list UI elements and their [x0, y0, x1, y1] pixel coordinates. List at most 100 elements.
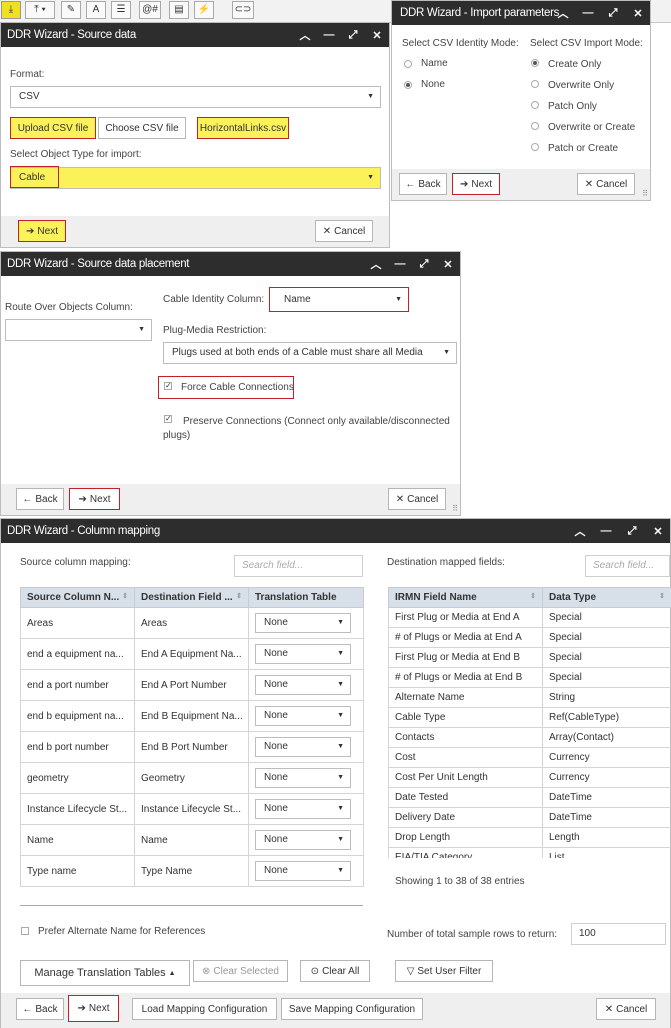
destination-table-wrap[interactable]: IRMN Field Name ⇕ Data Type ⇕ First Plug or…: [388, 587, 671, 858]
back-button[interactable]: ← Back: [399, 173, 447, 195]
translation-table-select[interactable]: None ▼: [255, 830, 351, 850]
import-mode-radio-1[interactable]: [531, 80, 539, 88]
at-hash-icon[interactable]: @#: [139, 1, 161, 19]
import-mode-radio-0[interactable]: [531, 59, 539, 67]
format-select[interactable]: CSV ▼: [10, 86, 381, 108]
next-button[interactable]: ➔ Next: [68, 995, 119, 1022]
import-params-titlebar[interactable]: DDR Wizard - Import parameters ︿ — ⤢ ✕: [392, 1, 650, 25]
table-row[interactable]: Drop Length Length: [388, 827, 671, 848]
sort-icon[interactable]: ⇕: [530, 592, 536, 600]
close-icon[interactable]: ✕: [442, 258, 454, 271]
manage-translation-tables-button[interactable]: Manage Translation Tables ▲: [20, 960, 190, 986]
plug-media-select[interactable]: Plugs used at both ends of a Cable must …: [163, 342, 457, 364]
minimize-icon[interactable]: —: [600, 525, 612, 537]
table-row[interactable]: Name Name None ▼: [20, 824, 364, 856]
resize-handle-icon[interactable]: ⠿: [642, 189, 648, 198]
table-row[interactable]: Date Tested DateTime: [388, 787, 671, 808]
next-button[interactable]: ➔ Next: [452, 173, 500, 195]
translation-table-select[interactable]: None ▼: [255, 861, 351, 881]
table-row[interactable]: First Plug or Media at End B Special: [388, 647, 671, 668]
export-icon[interactable]: ⤒ ▾: [25, 1, 55, 19]
next-button[interactable]: ➔ Next: [18, 220, 66, 242]
table-row[interactable]: Contacts Array(Contact): [388, 727, 671, 748]
table-row[interactable]: Type name Type Name None ▼: [20, 855, 364, 887]
sample-rows-input[interactable]: 100: [571, 923, 666, 945]
translation-table-select[interactable]: None ▼: [255, 706, 351, 726]
source-table-header[interactable]: Destination Field ... ⇕: [134, 587, 249, 608]
list-icon[interactable]: ☰: [111, 1, 131, 19]
form-icon[interactable]: ▤: [169, 1, 189, 19]
close-icon[interactable]: ✕: [652, 525, 664, 538]
collapse-icon[interactable]: ︿: [574, 523, 586, 539]
table-row[interactable]: EIA/TIA Category List: [388, 847, 671, 858]
object-type-select[interactable]: Cable ▼: [10, 167, 381, 189]
sort-icon[interactable]: ⇕: [659, 592, 665, 600]
table-row[interactable]: end a equipment na... End A Equipment Na.…: [20, 638, 364, 670]
column-mapping-titlebar[interactable]: DDR Wizard - Column mapping ︿ — ⤢ ✕: [1, 519, 670, 543]
cancel-button[interactable]: ✕ Cancel: [596, 998, 656, 1020]
collapse-icon[interactable]: ︿: [370, 256, 382, 272]
translation-table-select[interactable]: None ▼: [255, 768, 351, 788]
text-icon[interactable]: A: [86, 1, 106, 19]
maximize-icon[interactable]: ⤢: [418, 258, 430, 271]
table-row[interactable]: Delivery Date DateTime: [388, 807, 671, 828]
minimize-icon[interactable]: —: [323, 29, 335, 41]
translation-table-select[interactable]: None ▼: [255, 799, 351, 819]
table-row[interactable]: First Plug or Media at End A Special: [388, 607, 671, 628]
back-button[interactable]: ← Back: [16, 488, 64, 510]
clear-all-button[interactable]: ⊙ Clear All: [300, 960, 370, 982]
destination-table-header[interactable]: Data Type ⇕: [542, 587, 671, 608]
choose-csv-button[interactable]: Choose CSV file: [98, 117, 186, 139]
table-row[interactable]: Cost Per Unit Length Currency: [388, 767, 671, 788]
translation-table-select[interactable]: None ▼: [255, 644, 351, 664]
force-connections-checkbox[interactable]: ✓: [164, 382, 172, 390]
maximize-icon[interactable]: ⤢: [347, 29, 359, 42]
maximize-icon[interactable]: ⤢: [626, 525, 638, 538]
next-button[interactable]: ➔ Next: [69, 488, 120, 510]
table-row[interactable]: Cable Type Ref(CableType): [388, 707, 671, 728]
translation-table-select[interactable]: None ▼: [255, 675, 351, 695]
clear-selected-button[interactable]: ⊗ Clear Selected: [193, 960, 288, 982]
table-row[interactable]: # of Plugs or Media at End B Special: [388, 667, 671, 688]
source-search-input[interactable]: Search field...: [234, 555, 363, 577]
translation-table-select[interactable]: None ▼: [255, 737, 351, 757]
minimize-icon[interactable]: —: [582, 7, 594, 19]
table-row[interactable]: end b port number End B Port Number None ▼: [20, 731, 364, 763]
translation-table-select[interactable]: None ▼: [255, 613, 351, 633]
import-mode-radio-2[interactable]: [531, 101, 539, 109]
prefer-alternate-checkbox[interactable]: [21, 927, 29, 935]
source-table-header[interactable]: Source Column N... ⇕: [20, 587, 135, 608]
sort-icon[interactable]: ⇕: [236, 592, 242, 600]
identity-radio-none[interactable]: [404, 81, 412, 89]
set-user-filter-button[interactable]: ▽ Set User Filter: [395, 960, 493, 982]
save-mapping-button[interactable]: Save Mapping Configuration: [281, 998, 423, 1020]
cancel-button[interactable]: ✕ Cancel: [388, 488, 446, 510]
import-mode-radio-3[interactable]: [531, 122, 539, 130]
close-icon[interactable]: ✕: [632, 7, 644, 20]
cancel-button[interactable]: ✕ Cancel: [315, 220, 373, 242]
table-row[interactable]: Alternate Name String: [388, 687, 671, 708]
edit-icon[interactable]: ✎: [61, 1, 81, 19]
collapse-icon[interactable]: ︿: [557, 5, 569, 21]
cable-identity-select[interactable]: Name ▼: [269, 287, 409, 312]
destination-table-header[interactable]: IRMN Field Name ⇕: [388, 587, 543, 608]
placement-titlebar[interactable]: DDR Wizard - Source data placement ︿ — ⤢…: [1, 252, 460, 276]
upload-csv-button[interactable]: Upload CSV file: [10, 117, 96, 139]
destination-search-input[interactable]: Search field...: [585, 555, 670, 577]
table-row[interactable]: end b equipment na... End B Equipment Na.…: [20, 700, 364, 732]
table-row[interactable]: end a port number End A Port Number None ▼: [20, 669, 364, 701]
maximize-icon[interactable]: ⤢: [607, 7, 619, 20]
cancel-button[interactable]: ✕ Cancel: [577, 173, 635, 195]
import-icon[interactable]: ⤓: [1, 1, 21, 19]
load-mapping-button[interactable]: Load Mapping Configuration: [132, 998, 277, 1020]
table-row[interactable]: # of Plugs or Media at End A Special: [388, 627, 671, 648]
link-icon[interactable]: ⊂⊃: [232, 1, 254, 19]
back-button[interactable]: ← Back: [16, 998, 64, 1020]
table-row[interactable]: Cost Currency: [388, 747, 671, 768]
collapse-icon[interactable]: ︿: [299, 27, 311, 43]
source-table-header[interactable]: Translation Table: [248, 587, 364, 608]
table-row[interactable]: Instance Lifecycle St... Instance Lifecyc…: [20, 793, 364, 825]
plug-icon[interactable]: ⚡: [194, 1, 214, 19]
source-data-titlebar[interactable]: DDR Wizard - Source data ︿ — ⤢ ✕: [1, 23, 389, 47]
identity-radio-name[interactable]: [404, 60, 412, 68]
